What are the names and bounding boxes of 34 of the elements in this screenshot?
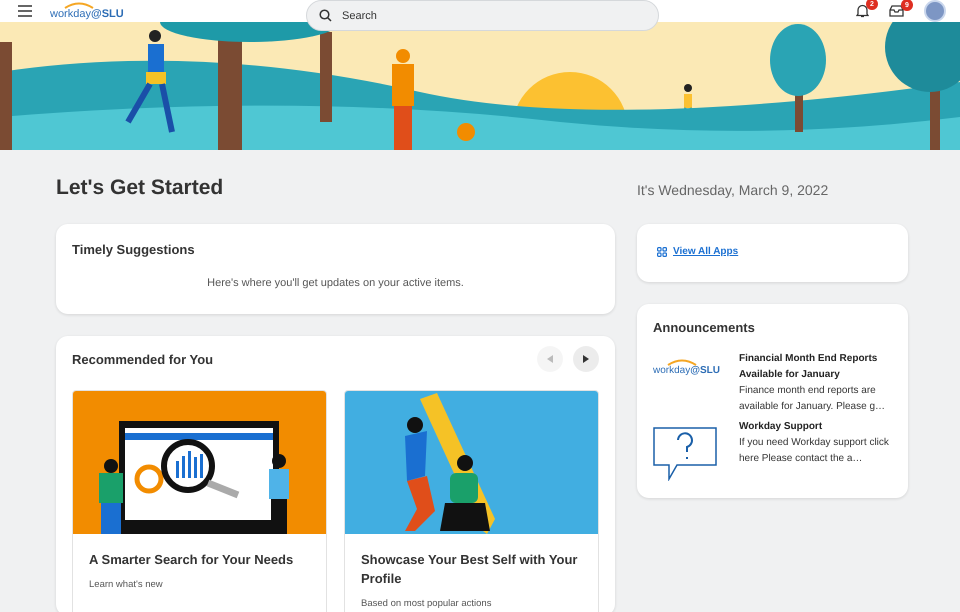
tile-subtitle: Based on most popular actions <box>361 598 492 609</box>
logo-arc-icon <box>667 359 697 366</box>
search-field[interactable]: Search <box>306 0 659 31</box>
grid-icon <box>657 246 667 256</box>
logo-text: workday <box>653 365 690 376</box>
page-title: Let's Get Started <box>56 176 224 201</box>
date-text: It's Wednesday, March 9, 2022 <box>637 182 830 200</box>
logo-suffix: @SLU <box>690 365 720 376</box>
caret-right-icon <box>583 355 589 363</box>
recommendation-tile[interactable]: A Smarter Search for Your Needs Learn what's new <box>72 390 327 612</box>
announcement-text: Finance month end reports are available for January. Please g… <box>739 384 886 414</box>
card-title: Recommended for You <box>72 352 214 366</box>
announcement-title[interactable]: Workday Support <box>739 419 892 435</box>
next-button[interactable] <box>573 346 599 372</box>
question-bubble-icon <box>653 427 717 481</box>
announcement-text: If you need Workday support click here Please contact the a… <box>739 436 890 466</box>
logo-arc-icon <box>64 2 94 9</box>
notifications-button[interactable] <box>856 4 869 18</box>
logo-suffix: @SLU <box>90 8 124 20</box>
tile-subtitle: Learn what's new <box>89 579 164 590</box>
tile-title: A Smarter Search for Your Needs <box>89 551 294 569</box>
tile-title: Showcase Your Best Self with Your Profile <box>361 551 578 588</box>
card-title: Announcements <box>653 320 756 335</box>
view-all-apps-link[interactable]: View All Apps <box>657 246 888 257</box>
search-icon <box>319 9 332 22</box>
card-title: Timely Suggestions <box>72 242 196 257</box>
announcement-title[interactable]: Financial Month End Reports Available for January <box>739 351 892 383</box>
avatar[interactable] <box>924 0 946 22</box>
inbox-button[interactable] <box>889 5 904 17</box>
caret-left-icon <box>547 355 553 363</box>
logo-text: workday <box>50 8 91 20</box>
empty-message: Here's where you'll get updates on your active items. <box>206 277 465 289</box>
recommendation-tile[interactable]: Showcase Your Best Self with Your Profile Based on most popular actions <box>344 390 599 612</box>
menu-button[interactable] <box>18 5 32 17</box>
